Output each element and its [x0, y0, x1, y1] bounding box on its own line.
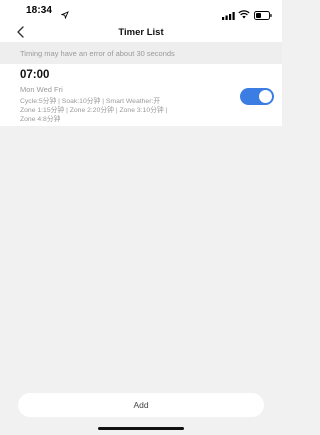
- add-timer-button[interactable]: Add: [18, 393, 264, 417]
- timing-notice: Timing may have an error of about 30 sec…: [0, 42, 282, 64]
- nav-bar: Timer List: [0, 22, 282, 42]
- timer-card[interactable]: 07:00 Mon Wed Fri Cycle:5分钟 | Soak:10分钟 …: [0, 64, 282, 126]
- timer-days: Mon Wed Fri: [20, 85, 63, 94]
- home-indicator: [98, 427, 184, 430]
- timer-enable-toggle[interactable]: [240, 88, 274, 105]
- page-title: Timer List: [118, 27, 164, 38]
- timer-detail-line: Zone 4:8分钟: [20, 116, 61, 123]
- toggle-knob: [259, 90, 272, 103]
- timer-time: 07:00: [20, 69, 50, 81]
- timing-notice-text: Timing may have an error of about 30 sec…: [20, 49, 175, 58]
- status-time: 18:34: [26, 5, 53, 16]
- status-bar: 18:34: [0, 0, 282, 22]
